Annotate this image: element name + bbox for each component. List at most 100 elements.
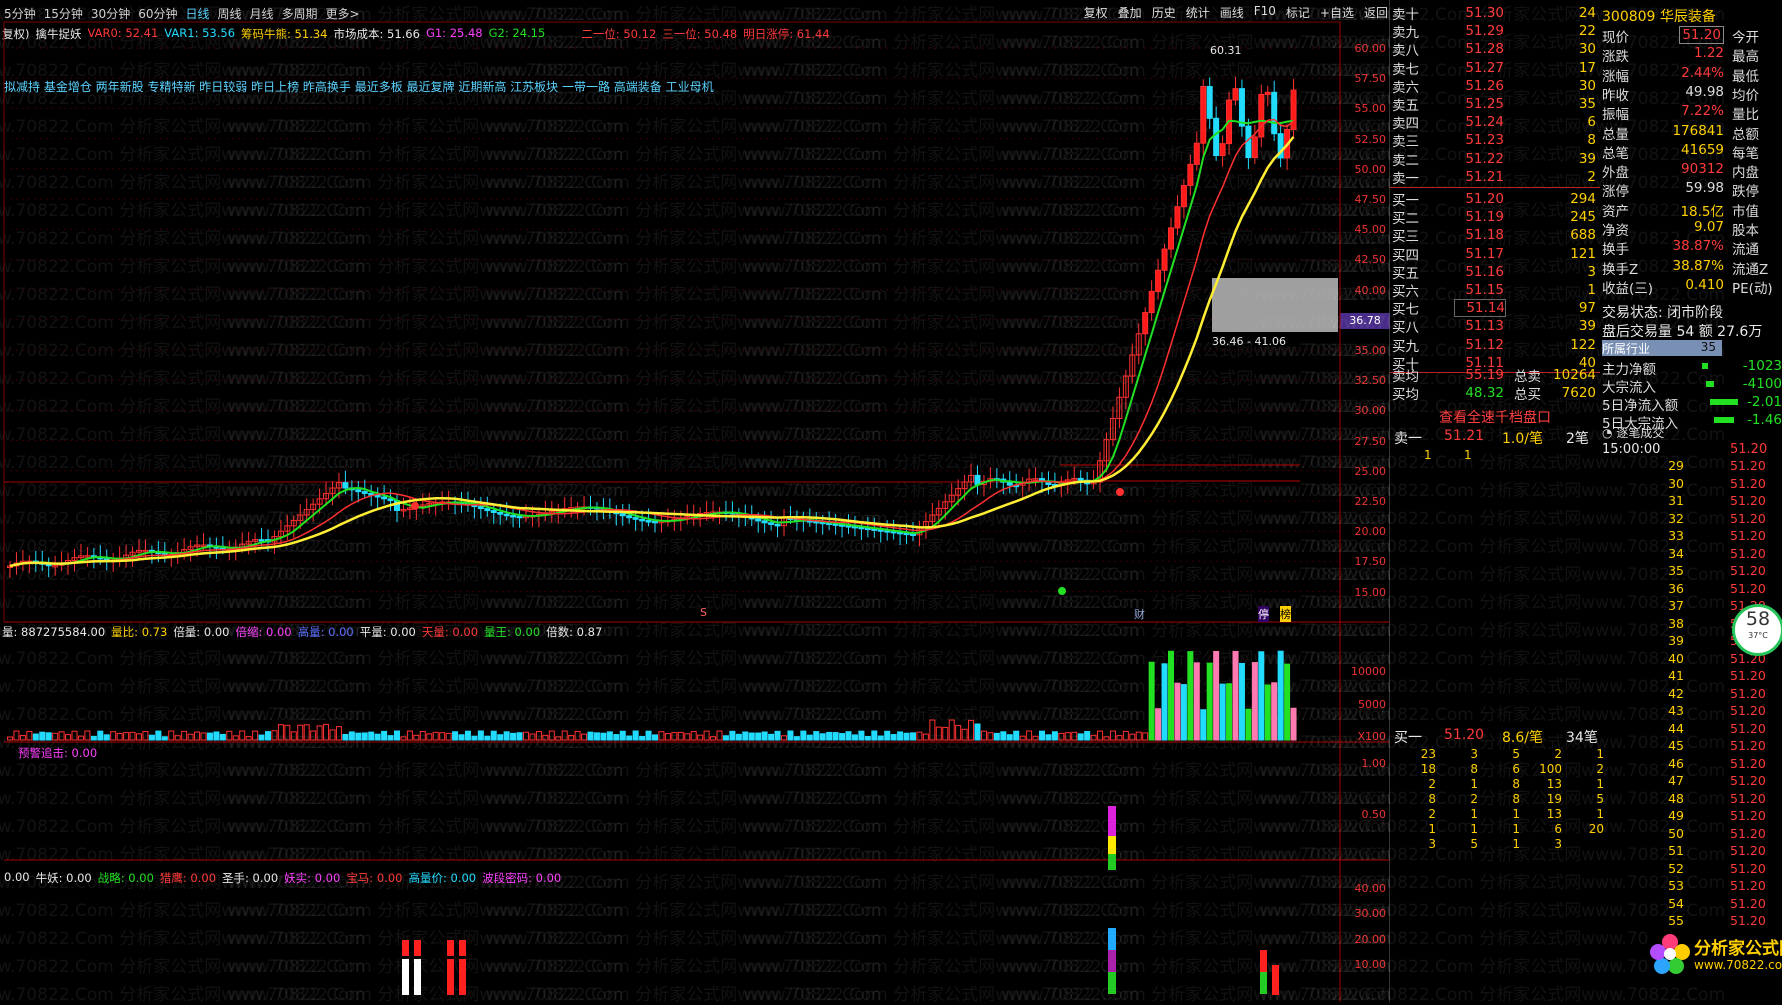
volume-bar bbox=[84, 730, 91, 741]
cpu-gauge[interactable]: 58 37°C bbox=[1732, 604, 1782, 656]
volume-bar bbox=[968, 719, 975, 741]
bid-row[interactable]: 买五 51.16 3 bbox=[1392, 263, 1598, 282]
volume-bar bbox=[7, 736, 13, 741]
volume-bar bbox=[677, 731, 684, 741]
alert-axis-2: 0.50 bbox=[1361, 808, 1387, 821]
bid-level: 买二 bbox=[1392, 211, 1419, 228]
ma-slow-line bbox=[9, 136, 1295, 568]
buy-total-label: 总买 bbox=[1514, 387, 1541, 403]
volume-bar bbox=[97, 730, 104, 741]
vol-liangwang: 量王: 0.00 bbox=[484, 625, 541, 639]
full-depth-link[interactable]: 查看全速千档盘口 bbox=[1391, 407, 1599, 426]
ask-price: 51.25 bbox=[1465, 96, 1504, 112]
bid-row[interactable]: 买九 51.12 122 bbox=[1392, 336, 1598, 355]
volume-bar bbox=[1122, 730, 1129, 741]
bid-row[interactable]: 买八 51.13 39 bbox=[1392, 317, 1598, 336]
tick-volume: 31 bbox=[1668, 493, 1684, 508]
volume-bar bbox=[19, 734, 26, 741]
quote-value: 59.98 bbox=[1685, 180, 1724, 197]
bid-row[interactable]: 买一 51.20 294 bbox=[1392, 190, 1598, 209]
volume-bar bbox=[232, 735, 239, 741]
q1-cell: 1 bbox=[1464, 448, 1472, 462]
volume-bar bbox=[258, 734, 265, 741]
volume-bar bbox=[1084, 731, 1091, 741]
candle-body bbox=[626, 515, 633, 519]
industry-ranking[interactable]: 所属行业 35 bbox=[1602, 340, 1722, 356]
quote-row: 换手Z 38.87% 流通Z bbox=[1602, 257, 1780, 278]
bid-price: 51.14 bbox=[1454, 299, 1506, 318]
volume-bar bbox=[529, 733, 536, 741]
volume-bar bbox=[826, 731, 833, 741]
vol-axis-3: X100 bbox=[1357, 730, 1386, 743]
tick-row: 46 51.20 bbox=[1600, 756, 1782, 773]
ask-row[interactable]: 卖二 51.22 39 bbox=[1392, 150, 1598, 169]
quote-label-2: 今开 bbox=[1732, 30, 1759, 46]
candle-body bbox=[1155, 269, 1162, 292]
volume-bar bbox=[1161, 663, 1168, 741]
tick-list[interactable]: 29 51.20 30 51.20 31 51.20 32 51.20 33 51.20 34 51.… bbox=[1600, 458, 1782, 958]
ask-row[interactable]: 卖七 51.27 17 bbox=[1392, 59, 1598, 78]
bi-niuyao: 牛妖: 0.00 bbox=[35, 871, 92, 885]
quote-label-2: 流通Z bbox=[1732, 261, 1769, 278]
volume-bar bbox=[1258, 651, 1265, 741]
ask-row[interactable]: 卖十 51.30 24 bbox=[1392, 4, 1598, 23]
volume-bar bbox=[761, 731, 768, 741]
tick-volume: 43 bbox=[1668, 703, 1684, 718]
bid-row[interactable]: 买三 51.18 688 bbox=[1392, 226, 1598, 245]
volume-bar bbox=[748, 732, 755, 741]
volume-bar bbox=[658, 731, 665, 741]
tick-price: 51.20 bbox=[1730, 895, 1766, 911]
ask-row[interactable]: 卖一 51.21 2 bbox=[1392, 168, 1598, 187]
ask-row[interactable]: 卖六 51.26 30 bbox=[1392, 77, 1598, 96]
ask-volume: 30 bbox=[1578, 41, 1596, 58]
bottom-indicator-bar: 0.00 牛妖: 0.00 战略: 0.00 猎鹰: 0.00 圣手: 0.00… bbox=[4, 870, 561, 886]
quote-row: 换手 38.87% 流通 bbox=[1602, 238, 1780, 258]
marker-bang[interactable]: 榜 bbox=[1280, 606, 1291, 622]
bid-level: 买四 bbox=[1392, 247, 1419, 264]
candle-body bbox=[755, 518, 762, 522]
bid-row[interactable]: 买二 51.19 245 bbox=[1392, 208, 1598, 228]
watermark-text: www.70822.Com 分析家公式网www.70822.Com bbox=[1330, 985, 1726, 1005]
volume-bar bbox=[1155, 708, 1162, 741]
volume-bar bbox=[942, 726, 949, 741]
chart-area[interactable]: www.70822.Com 分析家公式网www.70822.Com www.708… bbox=[0, 0, 1655, 1005]
ask-volume: 8 bbox=[1587, 132, 1596, 149]
candle-body bbox=[1206, 86, 1213, 119]
q2-cell: 1 bbox=[1470, 807, 1478, 821]
ask-row[interactable]: 卖五 51.25 35 bbox=[1392, 95, 1598, 114]
quote-row: 涨幅 2.44% 最低 bbox=[1602, 65, 1780, 85]
q2-cell: 2 bbox=[1428, 777, 1436, 791]
quote-value: 38.87% bbox=[1672, 257, 1724, 274]
volume-bar bbox=[768, 733, 775, 741]
tick-price: 51.20 bbox=[1730, 668, 1766, 683]
quote-label: 涨幅 bbox=[1602, 68, 1629, 85]
ask-row[interactable]: 卖四 51.24 6 bbox=[1392, 113, 1598, 132]
bid-row[interactable]: 买六 51.15 1 bbox=[1392, 281, 1598, 300]
bid-row[interactable]: 买四 51.17 121 bbox=[1392, 245, 1598, 264]
candle-body bbox=[639, 518, 646, 522]
ranking-label: 所属行业 bbox=[1602, 342, 1651, 356]
ask-level: 卖七 bbox=[1392, 61, 1419, 78]
signal-bar bbox=[459, 959, 466, 995]
bid-price: 51.16 bbox=[1465, 263, 1504, 280]
marker-cai[interactable]: 财 bbox=[1134, 606, 1145, 622]
ticks-header-label[interactable]: 逐笔成交 bbox=[1616, 426, 1664, 440]
q2-cell: 8 bbox=[1470, 762, 1478, 776]
ask-row[interactable]: 卖九 51.29 22 bbox=[1392, 22, 1598, 41]
bid-row[interactable]: 买七 51.14 97 bbox=[1392, 299, 1598, 318]
flow-bar bbox=[1706, 381, 1714, 387]
tick-volume: 42 bbox=[1668, 685, 1684, 701]
ask-row[interactable]: 卖八 51.28 30 bbox=[1392, 40, 1598, 59]
volume-bar bbox=[574, 730, 581, 741]
price-range-box bbox=[1212, 278, 1338, 332]
volume-bar bbox=[181, 730, 188, 741]
marker-s[interactable]: S bbox=[700, 606, 707, 619]
quote-label: 资产 bbox=[1602, 203, 1629, 220]
sell-total: 10264 bbox=[1553, 367, 1596, 383]
marker-ting[interactable]: 停 bbox=[1258, 606, 1269, 622]
ask-row[interactable]: 卖三 51.23 8 bbox=[1392, 131, 1598, 150]
kline-chart[interactable] bbox=[0, 0, 1390, 1002]
candle-body bbox=[645, 520, 652, 523]
candle-body bbox=[1219, 143, 1226, 157]
tick-volume: 30 bbox=[1668, 475, 1684, 491]
